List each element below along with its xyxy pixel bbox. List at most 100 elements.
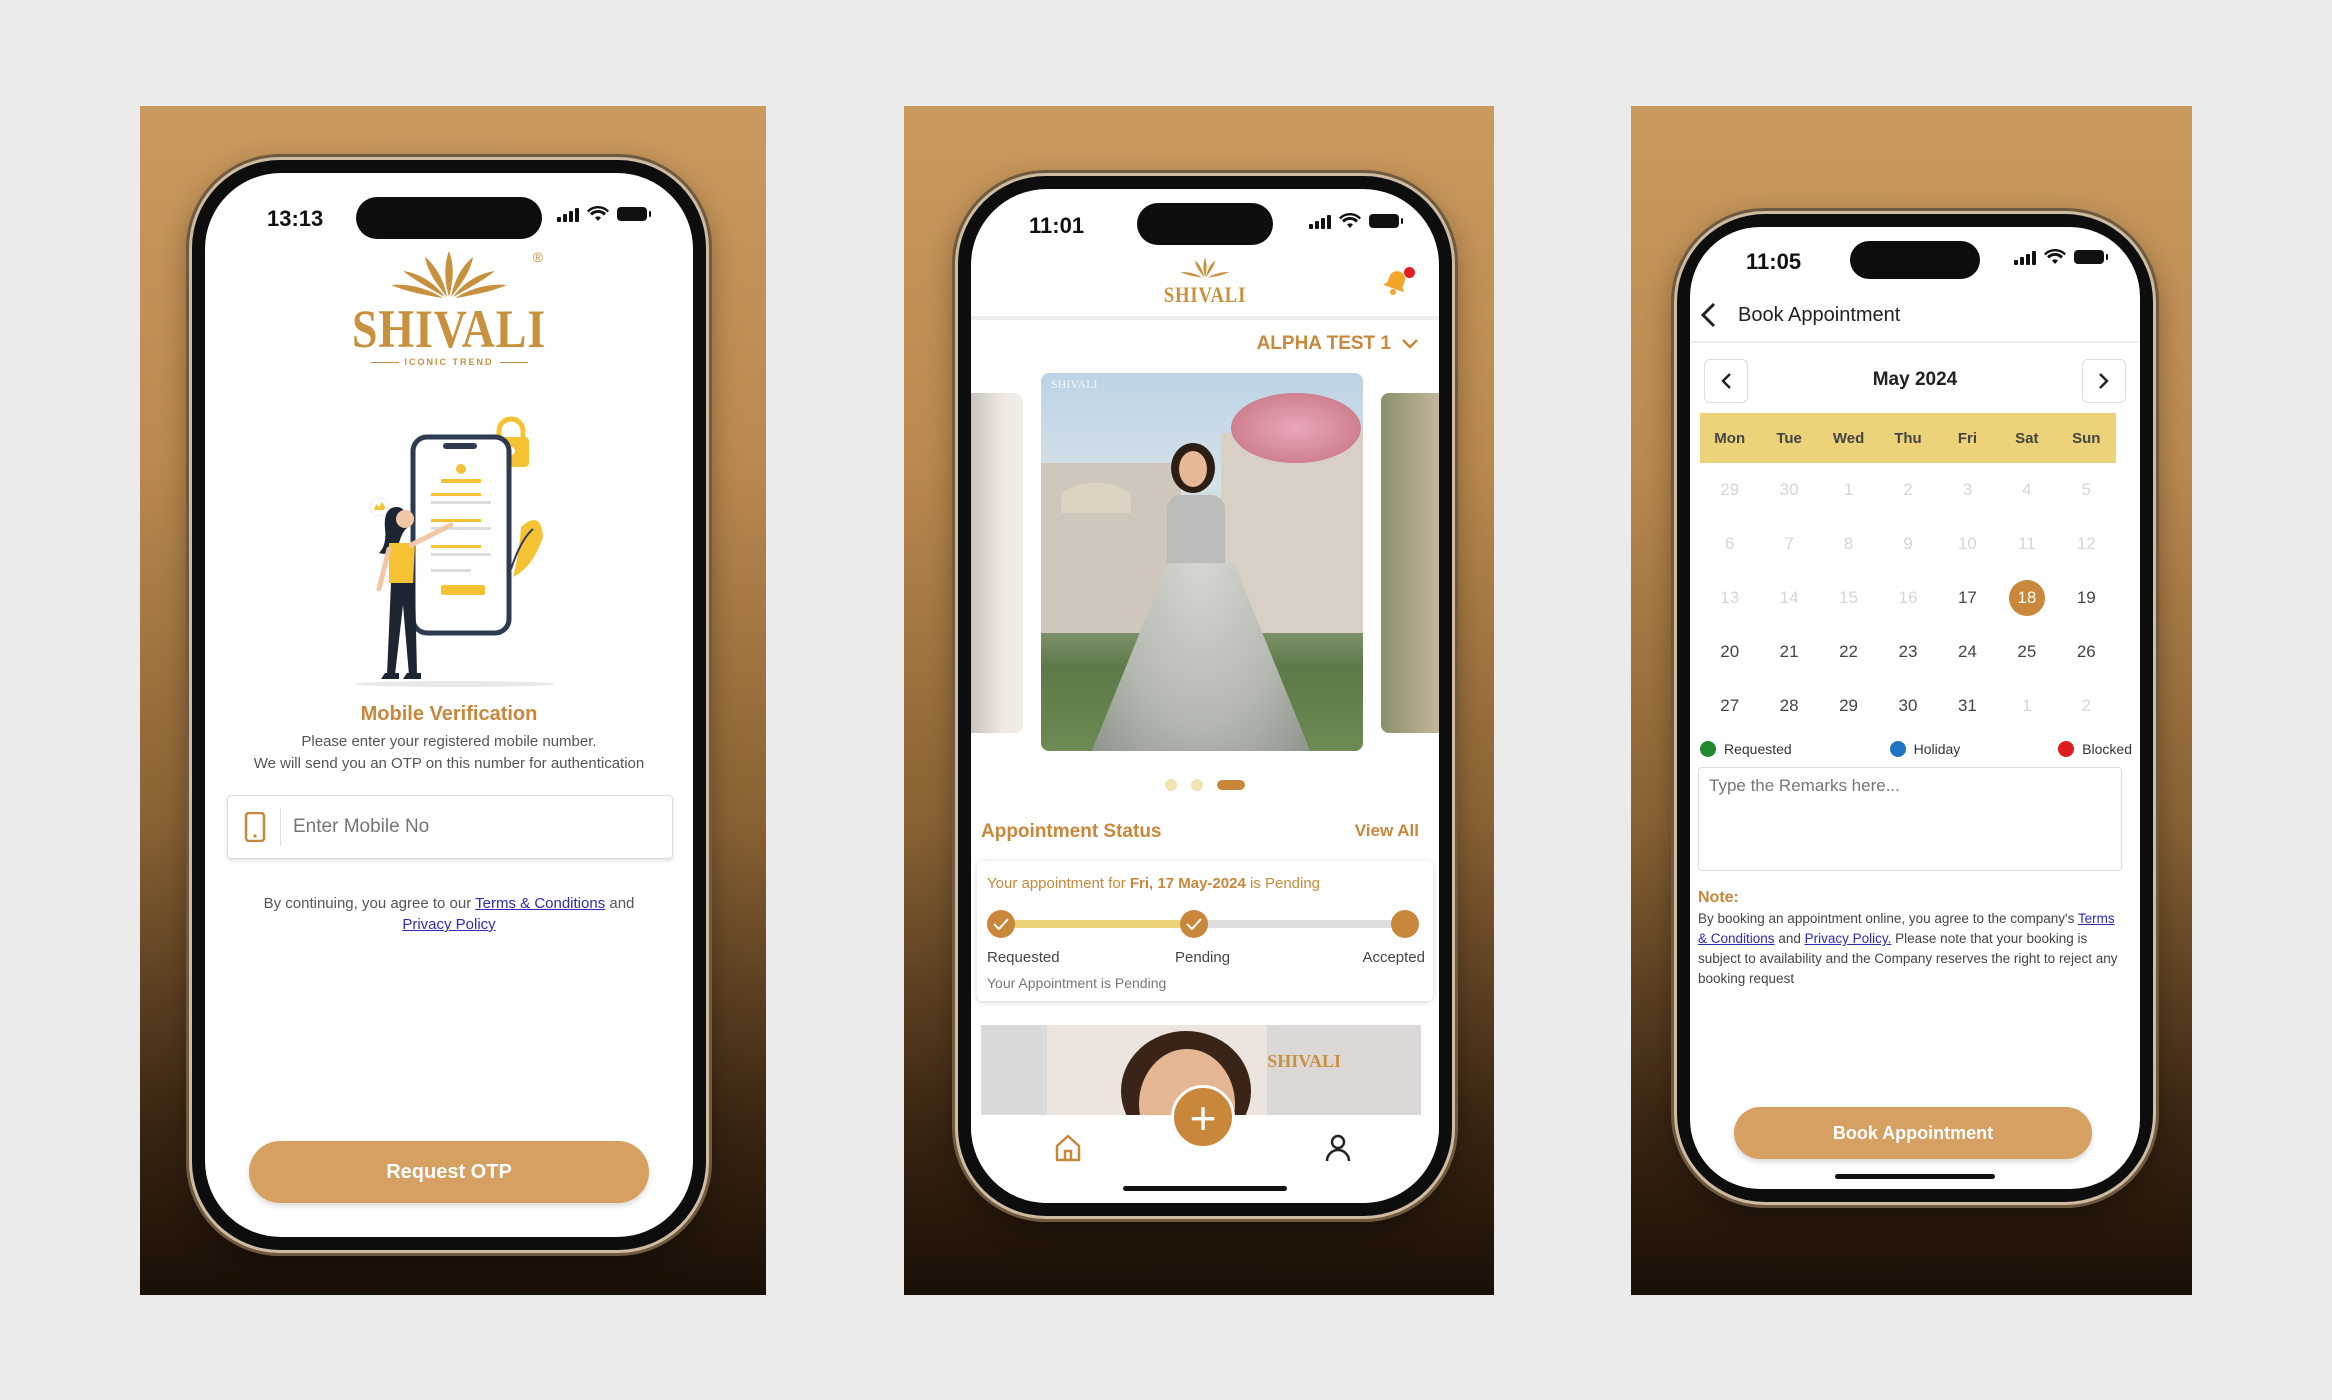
calendar-day[interactable]: 25	[1997, 625, 2056, 679]
calendar-day: 9	[1878, 517, 1937, 571]
calendar-day: 16	[1878, 571, 1937, 625]
calendar-day: 10	[1938, 517, 1997, 571]
check-icon	[993, 918, 1009, 930]
next-month-button[interactable]	[2082, 359, 2126, 403]
calendar-day: 6	[1700, 517, 1759, 571]
page-title: Mobile Verification	[360, 703, 538, 725]
calendar-day-number: 7	[1784, 534, 1794, 553]
legend-label: Holiday	[1913, 741, 1961, 757]
mobile-number-input[interactable]	[293, 816, 623, 838]
weekday-label: Sun	[2072, 429, 2101, 447]
carousel-dot[interactable]	[1191, 779, 1203, 791]
home-icon[interactable]	[1053, 1133, 1083, 1163]
legend-item: Blocked	[2058, 741, 2132, 757]
carousel-dot[interactable]	[1165, 779, 1177, 791]
calendar-day[interactable]: 27	[1700, 679, 1759, 733]
calendar-legend: Requested Holiday Blocked	[1700, 741, 2132, 757]
appointment-prefix: Your appointment for	[987, 875, 1126, 892]
login-screen-panel: 13:13 ® SHIVALI ICONIC TREND Mobile Veri…	[140, 106, 766, 1295]
calendar-day-number: 22	[1839, 642, 1859, 661]
calendar-day: 13	[1700, 571, 1759, 625]
mobile-input-container[interactable]	[227, 795, 673, 859]
privacy-policy-link[interactable]: Privacy Policy.	[1805, 931, 1892, 946]
profile-icon[interactable]	[1323, 1133, 1353, 1163]
carousel-dot-active[interactable]	[1217, 780, 1245, 790]
calendar-day-number: 20	[1720, 642, 1740, 661]
calendar-day-number: 15	[1839, 588, 1859, 607]
wifi-icon	[2044, 249, 2066, 264]
calendar-day[interactable]: 28	[1759, 679, 1818, 733]
view-all-link[interactable]: View All	[1355, 821, 1419, 841]
calendar-day: 11	[1997, 517, 2056, 571]
carousel-prev-card[interactable]	[971, 393, 1023, 733]
calendar-day[interactable]: 17	[1938, 571, 1997, 625]
status-time: 13:13	[267, 206, 324, 231]
calendar-day[interactable]: 24	[1938, 625, 1997, 679]
calendar-day: 7	[1759, 517, 1818, 571]
phone-frame: 11:01 SHIVALI ALPHA TEST 1 SHIVALI Appoi…	[958, 176, 1452, 1216]
calendar-day-number: 21	[1779, 642, 1799, 661]
step-requested-marker	[987, 910, 1015, 938]
battery-icon	[617, 207, 651, 221]
calendar-day[interactable]: 22	[1819, 625, 1878, 679]
dynamic-island	[356, 197, 542, 239]
dynamic-island	[1850, 241, 1980, 279]
calendar-day: 14	[1759, 571, 1818, 625]
brand-logo: ® SHIVALI ICONIC TREND	[205, 249, 693, 367]
carousel-main-image[interactable]: SHIVALI	[1041, 373, 1363, 751]
book-appointment-button[interactable]: Book Appointment	[1734, 1107, 2092, 1159]
calendar-day[interactable]: 21	[1759, 625, 1818, 679]
calendar-day: 12	[2057, 517, 2116, 571]
calendar-day-number: 11	[2018, 534, 2036, 553]
phone-screen: 11:05 Book Appointment May 2024 Mon Tue …	[1690, 227, 2140, 1189]
calendar-day[interactable]: 29	[1819, 679, 1878, 733]
carousel[interactable]: SHIVALI	[971, 373, 1439, 753]
calendar-day: 30	[1759, 463, 1818, 517]
calendar: Mon Tue Wed Thu Fri Sat Sun 29 30 1 2 3 4 5 6 7 8 9 10 11 1…	[1700, 413, 2116, 733]
signal-icon	[1309, 213, 1331, 229]
phone-frame: 13:13 ® SHIVALI ICONIC TREND Mobile Veri…	[192, 160, 706, 1250]
appointment-suffix: is Pending	[1249, 875, 1321, 892]
status-icons	[1309, 213, 1403, 229]
top-app-bar: Book Appointment	[1690, 289, 2140, 343]
appointment-date: Fri, 17 May-2024	[1129, 875, 1246, 892]
notification-bell-button[interactable]	[1381, 267, 1415, 301]
calendar-day[interactable]: 23	[1878, 625, 1937, 679]
status-time: 11:05	[1746, 249, 1802, 274]
privacy-policy-link[interactable]: Privacy Policy	[402, 916, 495, 933]
step-pending-marker	[1180, 910, 1208, 938]
calendar-day-number: 29	[1839, 696, 1859, 715]
calendar-day-selected[interactable]: 18	[1997, 571, 2056, 625]
progress-fill	[1001, 920, 1199, 928]
store-selector-dropdown[interactable]: ALPHA TEST 1	[1257, 333, 1419, 355]
calendar-day-number: 26	[2076, 642, 2096, 661]
calendar-day[interactable]: 26	[2057, 625, 2116, 679]
appointment-status-card[interactable]: Your appointment for Fri, 17 May-2024 is…	[977, 861, 1433, 1001]
note-text: By booking an appointment online, you ag…	[1698, 909, 2126, 989]
mobile-phone-icon	[244, 812, 266, 842]
dynamic-island	[1137, 203, 1273, 245]
calendar-day-number: 10	[1957, 534, 1977, 553]
remarks-input[interactable]	[1698, 767, 2122, 871]
month-label: May 2024	[1872, 369, 1958, 390]
back-arrow-icon[interactable]	[1698, 301, 1720, 329]
calendar-day[interactable]: 19	[2057, 571, 2116, 625]
brand-name: SHIVALI	[352, 299, 546, 359]
carousel-next-card[interactable]	[1381, 393, 1439, 733]
calendar-day-number: 6	[1724, 534, 1735, 553]
calendar-day[interactable]: 20	[1700, 625, 1759, 679]
weekday-label: Sat	[2015, 429, 2039, 447]
calendar-day-number: 19	[2076, 588, 2096, 607]
phone-frame: 11:05 Book Appointment May 2024 Mon Tue …	[1677, 214, 2153, 1202]
step-label-accepted: Accepted	[1362, 949, 1425, 966]
calendar-day[interactable]: 30	[1878, 679, 1937, 733]
add-fab-button[interactable]: +	[1171, 1085, 1235, 1149]
step-label-pending: Pending	[1175, 949, 1231, 966]
month-nav: May 2024	[1704, 359, 2126, 403]
terms-link[interactable]: Terms & Conditions	[475, 895, 605, 912]
brand-name: SHIVALI	[1163, 282, 1247, 307]
request-otp-button[interactable]: Request OTP	[249, 1141, 649, 1203]
battery-icon	[1369, 214, 1403, 228]
calendar-day-number: 12	[2076, 534, 2096, 553]
calendar-day[interactable]: 31	[1938, 679, 1997, 733]
